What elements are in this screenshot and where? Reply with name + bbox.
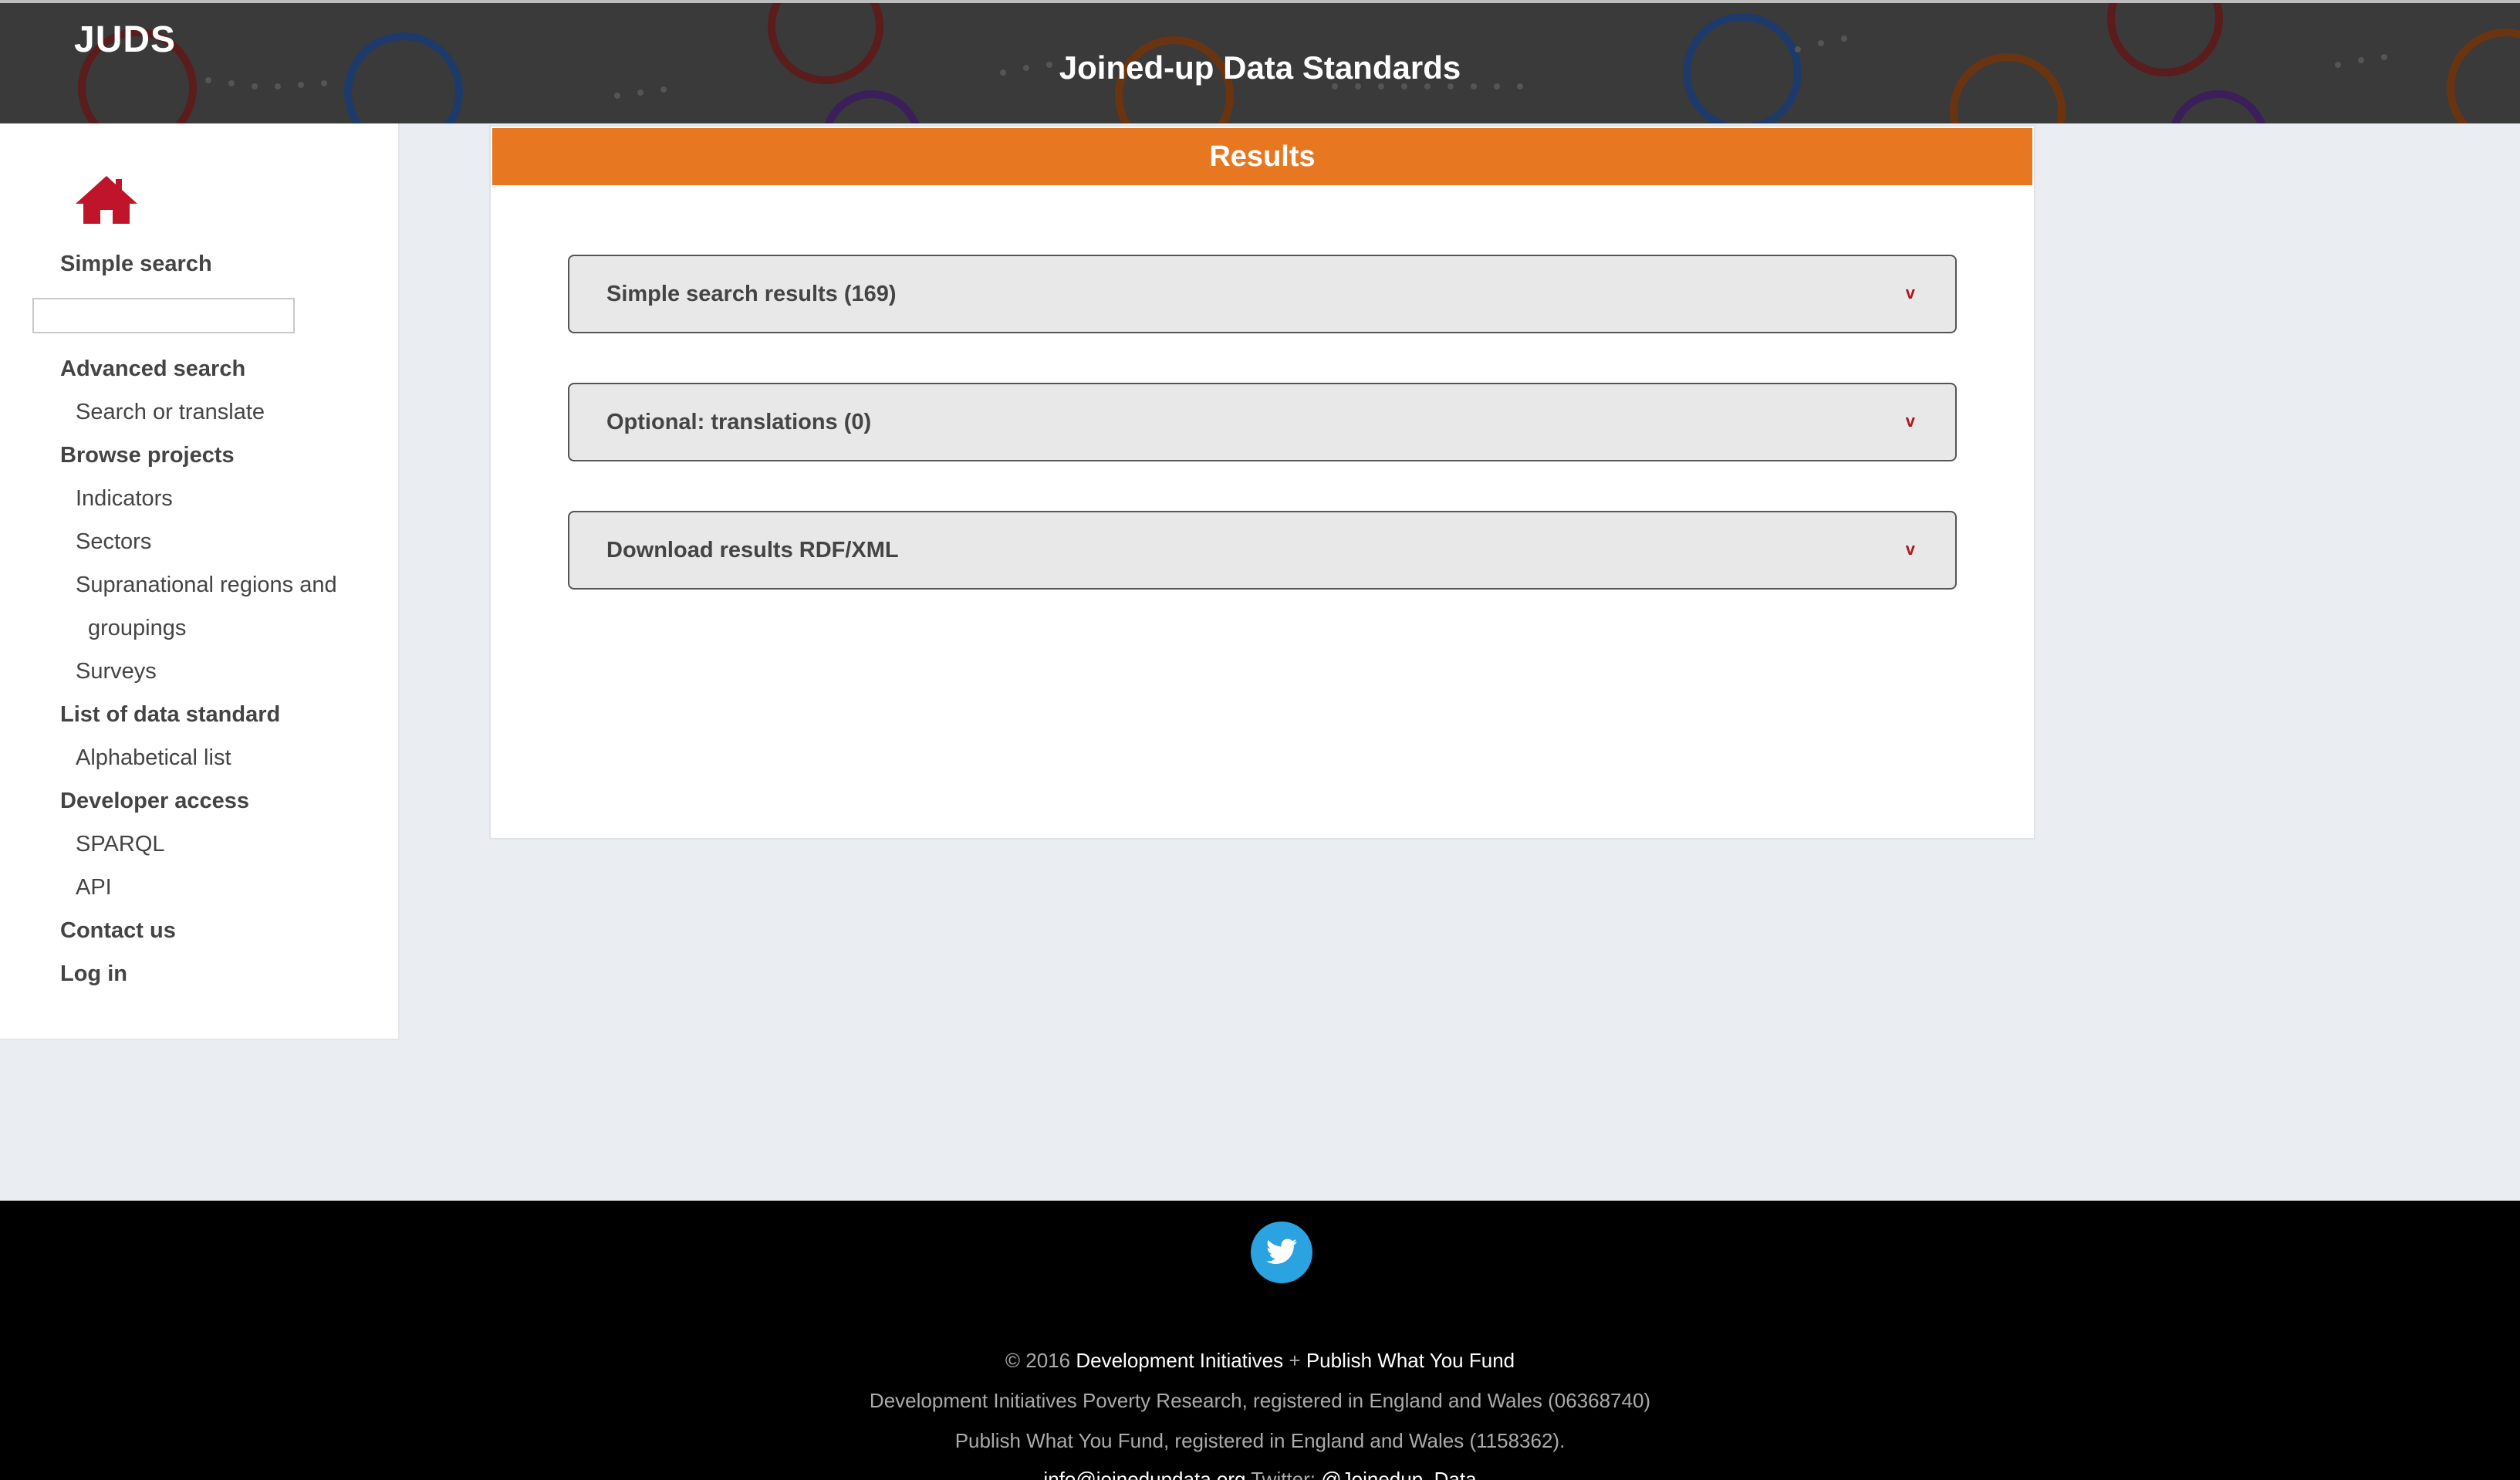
- accordion-optional-translations[interactable]: Optional: translations (0) v: [568, 383, 1957, 461]
- site-footer: © 2016 Development Initiatives + Publish…: [0, 1201, 2520, 1480]
- sidebar-item-developer-access[interactable]: Developer access: [60, 789, 249, 814]
- accordion-download-results[interactable]: Download results RDF/XML v: [568, 511, 1957, 590]
- footer-copyright: © 2016 Development Initiatives + Publish…: [0, 1349, 2520, 1373]
- site-header: JUDS Joined-up Data Standards: [0, 0, 2520, 123]
- twitter-button[interactable]: [1251, 1222, 1312, 1283]
- panel-title: Results: [492, 128, 2032, 185]
- copyright-text: © 2016: [1005, 1349, 1071, 1372]
- sidebar-item-sectors[interactable]: Sectors: [76, 529, 151, 555]
- footer-link-publish-what-you-fund[interactable]: Publish What You Fund: [1306, 1349, 1515, 1372]
- site-title: Joined-up Data Standards: [1059, 49, 1461, 86]
- footer-email-link[interactable]: info@joinedupdata.org: [1043, 1468, 1245, 1480]
- sidebar: Simple search Advanced search Search or …: [0, 123, 400, 1040]
- accordion-simple-search-results[interactable]: Simple search results (169) v: [568, 255, 1957, 333]
- sidebar-item-contact-us[interactable]: Contact us: [60, 918, 176, 944]
- chevron-down-icon: v: [1905, 411, 1915, 431]
- twitter-label: Twitter:: [1251, 1468, 1316, 1480]
- sidebar-item-sparql[interactable]: SPARQL: [76, 832, 165, 857]
- sidebar-item-supranational-regions-cont[interactable]: groupings: [88, 616, 186, 641]
- simple-search-input[interactable]: [32, 298, 295, 333]
- footer-contact: info@joinedupdata.org Twitter: @Joinedup…: [0, 1468, 2520, 1480]
- home-icon[interactable]: [74, 173, 139, 227]
- sidebar-item-api[interactable]: API: [76, 875, 112, 901]
- accordion-label: Optional: translations (0): [606, 410, 872, 434]
- footer-link-development-initiatives[interactable]: Development Initiatives: [1076, 1349, 1283, 1372]
- sidebar-item-list-of-data-standard[interactable]: List of data standard: [60, 702, 280, 728]
- sidebar-item-alphabetical-list[interactable]: Alphabetical list: [76, 745, 231, 771]
- twitter-icon: [1266, 1238, 1297, 1264]
- sidebar-item-indicators[interactable]: Indicators: [76, 486, 173, 512]
- footer-registration-pwyf: Publish What You Fund, registered in Eng…: [954, 1429, 1566, 1452]
- accordion-label: Download results RDF/XML: [606, 538, 899, 563]
- accordion-label: Simple search results (169): [606, 282, 897, 306]
- sidebar-item-surveys[interactable]: Surveys: [76, 659, 157, 684]
- sidebar-item-browse-projects[interactable]: Browse projects: [60, 443, 235, 468]
- sidebar-item-supranational-regions[interactable]: Supranational regions and: [76, 573, 337, 598]
- chevron-down-icon: v: [1905, 283, 1915, 302]
- results-panel: Results Simple search results (169) v Op…: [489, 125, 2035, 840]
- sidebar-item-log-in[interactable]: Log in: [60, 961, 127, 987]
- footer-registration-di: Development Initiatives Poverty Research…: [869, 1389, 1651, 1412]
- simple-search-label: Simple search: [60, 252, 212, 276]
- plus-sign: +: [1289, 1349, 1301, 1372]
- footer-twitter-link[interactable]: @Joinedup_Data: [1321, 1468, 1476, 1480]
- sidebar-item-advanced-search[interactable]: Advanced search: [60, 356, 245, 382]
- chevron-down-icon: v: [1905, 539, 1915, 559]
- sidebar-item-search-or-translate[interactable]: Search or translate: [76, 400, 265, 425]
